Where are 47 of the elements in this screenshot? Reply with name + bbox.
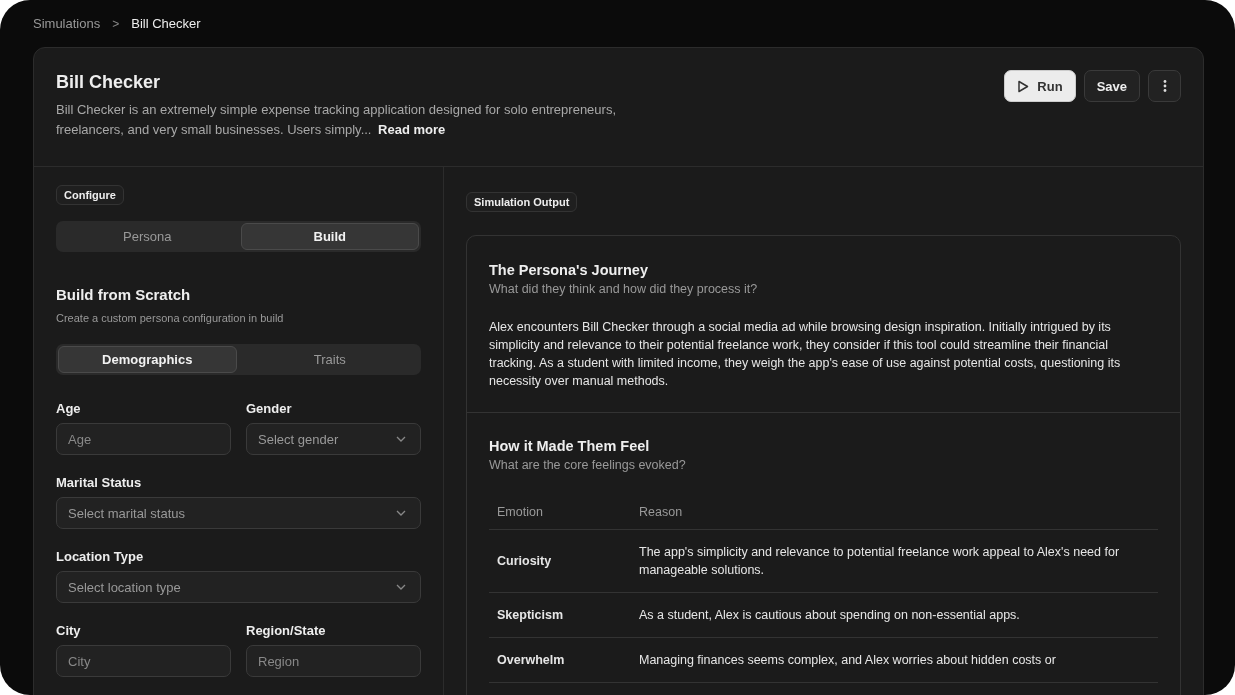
emotion-cell: Overwhelm <box>489 637 631 683</box>
read-more-link[interactable]: Read more <box>378 122 446 137</box>
output-title: How it Made Them Feel <box>489 438 651 454</box>
field-label: Location Type <box>56 549 145 564</box>
chevron-down-icon <box>396 436 406 442</box>
mode-tab[interactable]: Persona <box>58 223 237 250</box>
more-button[interactable] <box>1148 70 1181 102</box>
emotion-cell: Curiosity <box>489 529 631 593</box>
save-button[interactable]: Save <box>1083 70 1140 102</box>
input-field[interactable]: City <box>56 645 231 677</box>
field-label: Age <box>56 401 82 416</box>
section-badge: Simulation Output <box>466 192 578 212</box>
breadcrumb-link[interactable]: Bill Checker <box>131 16 201 31</box>
reason-cell: Managing finances seems complex, and Alex worries about hidden costs or <box>631 637 1158 683</box>
section-tab[interactable]: Traits <box>240 346 419 373</box>
page-title: Bill Checker <box>56 72 162 93</box>
play-icon <box>1017 79 1030 93</box>
section-title: Build from Scratch <box>56 286 191 303</box>
output-subtitle: What are the core feelings evoked? <box>489 458 687 472</box>
field-label: Marital Status <box>56 475 143 490</box>
select-field[interactable]: Select marital status <box>56 497 421 529</box>
reason-cell: As a student, Alex is cautious about spending on non-essential apps. <box>631 592 1158 638</box>
field-label: City <box>56 623 82 638</box>
select-field[interactable]: Select gender <box>246 423 421 455</box>
chevron-down-icon <box>396 510 406 516</box>
section-subtitle: Create a custom persona configuration in build <box>56 312 284 324</box>
column-header: Reason <box>631 496 1158 530</box>
breadcrumb-link[interactable]: Simulations <box>33 16 101 31</box>
description: Bill Checker is an extremely simple expense tracking application designed for solo entrepreneurs, freelancers, and very small businesses. Users simply... Read more <box>56 101 617 139</box>
section-badge: Configure <box>56 185 124 205</box>
select-field[interactable]: Select location type <box>56 571 421 603</box>
output-title: The Persona's Journey <box>489 262 649 278</box>
chevron-down-icon <box>396 584 406 590</box>
mode-tab[interactable]: Build <box>240 223 419 250</box>
section-tab[interactable]: Demographics <box>58 346 237 373</box>
column-header: Emotion <box>489 496 631 530</box>
input-field[interactable]: Region <box>246 645 421 677</box>
more-icon <box>1162 79 1167 93</box>
run-button[interactable]: Run <box>1004 70 1076 102</box>
field-label: Gender <box>246 401 293 416</box>
journey-text: Alex encounters Bill Checker through a social media ad while browsing design inspiration. Initially intrigued by its simplicity and relevance to their potential freelance work, they consider if this tool could streamline their financial tracking. As a student with limited income, they weigh the app's ease of use against potential costs, questioning its necessity over manual methods. <box>489 319 1122 390</box>
field-label: Region/State <box>246 623 327 638</box>
output-subtitle: What did they think and how did they process it? <box>489 282 759 296</box>
emotion-cell: Skepticism <box>489 592 631 638</box>
input-field[interactable]: Age <box>56 423 231 455</box>
reason-cell: The app's simplicity and relevance to potential freelance work appeal to Alex's need for manageable solutions. <box>631 529 1158 593</box>
breadcrumb-separator: > <box>112 16 120 31</box>
